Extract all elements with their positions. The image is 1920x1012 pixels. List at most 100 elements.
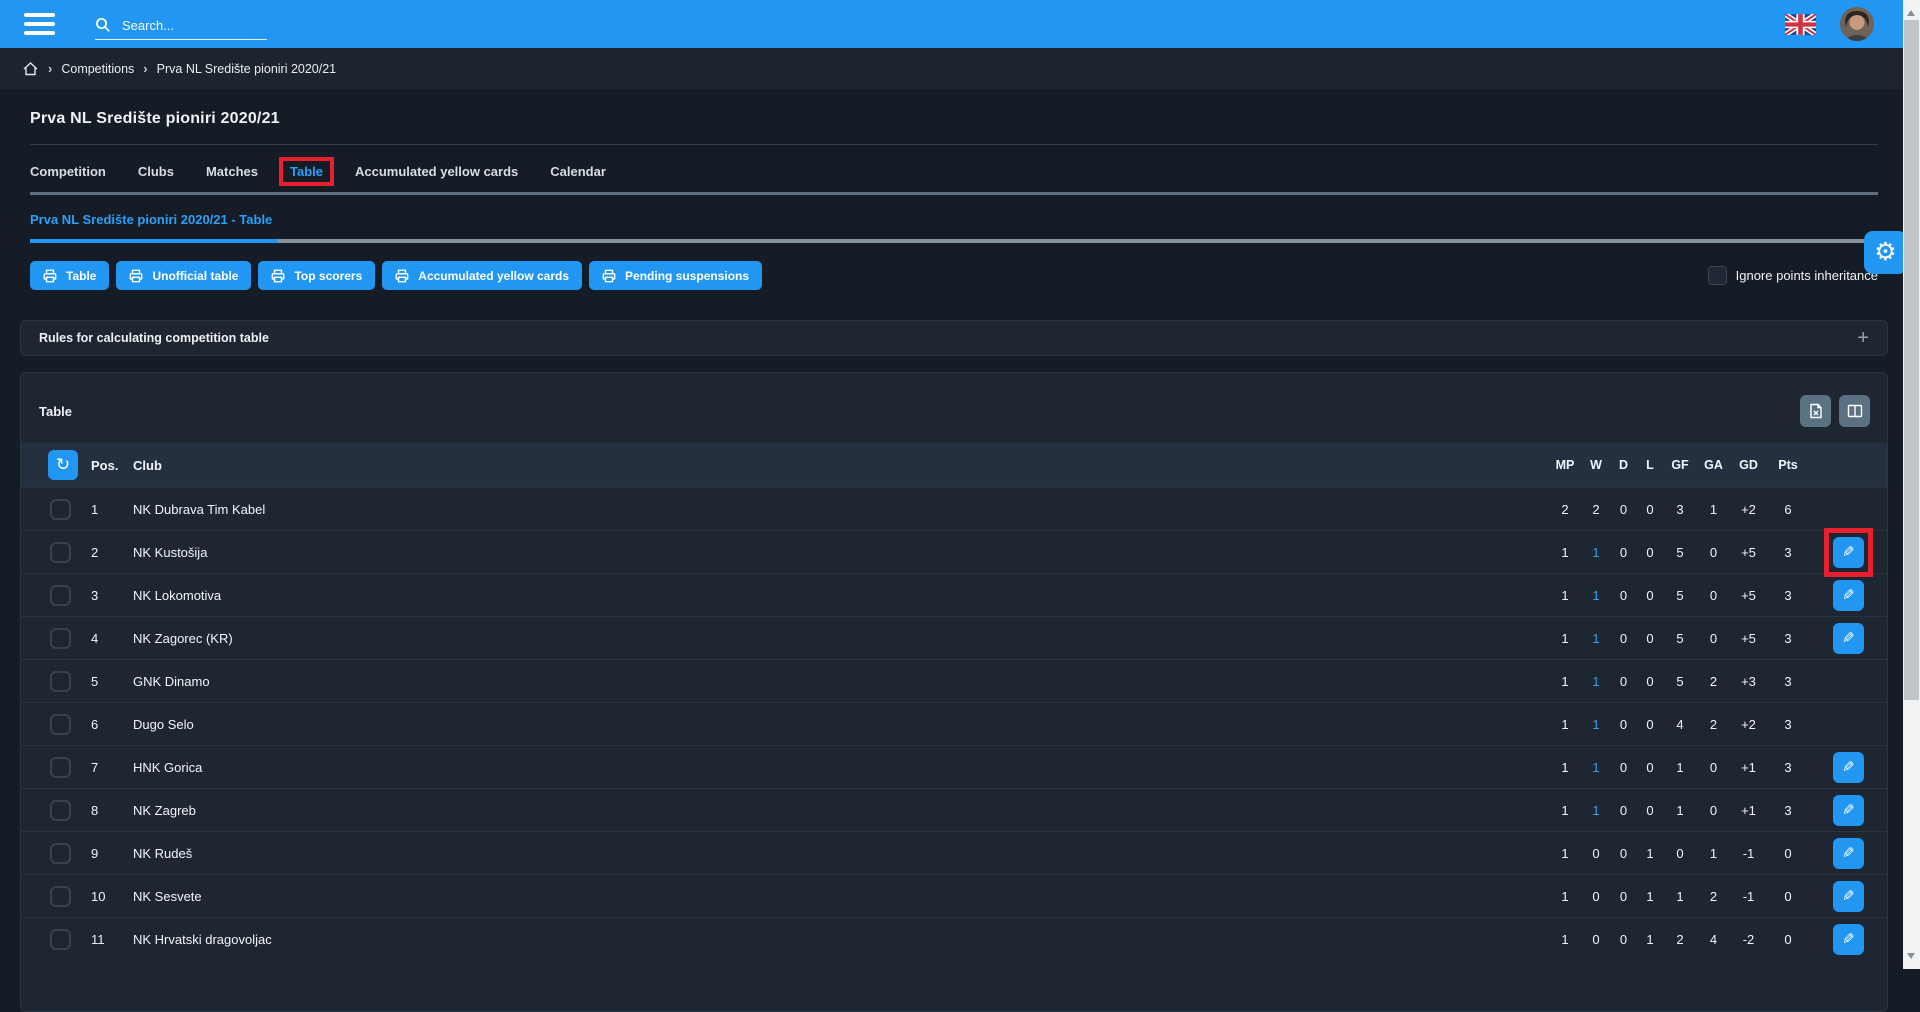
uk-flag-icon[interactable] (1785, 14, 1816, 35)
search-input[interactable] (120, 17, 258, 34)
tab-calendar[interactable]: Calendar (543, 161, 613, 182)
stat-l-cell: 0 (1637, 803, 1663, 818)
row-actions: ✎ (1809, 752, 1887, 783)
edit-button-wrap: ✎ (1833, 838, 1864, 869)
club-link-nk-sesvete[interactable]: NK Sesvete (133, 889, 1548, 904)
table-row: 11NK Hrvatski dragovoljac100124-20✎ (21, 917, 1887, 960)
edit-row-button[interactable]: ✎ (1833, 623, 1864, 654)
row-checkbox[interactable] (50, 843, 71, 864)
column-header-w: W (1582, 458, 1610, 472)
edit-row-button[interactable]: ✎ (1833, 537, 1864, 568)
stat-w-cell[interactable]: 1 (1582, 588, 1610, 603)
stat-w-cell[interactable]: 1 (1582, 760, 1610, 775)
position-cell: 10 (91, 889, 133, 904)
stat-w-cell[interactable]: 1 (1582, 803, 1610, 818)
stat-gf-cell: 4 (1663, 717, 1697, 732)
stat-l-cell: 0 (1637, 717, 1663, 732)
stat-pts-cell: 3 (1767, 631, 1809, 646)
column-header-pos: Pos. (91, 458, 133, 473)
gear-icon[interactable]: ⚙ (1864, 231, 1907, 274)
club-link-nk-dubrava-tim-kabel[interactable]: NK Dubrava Tim Kabel (133, 502, 1548, 517)
row-checkbox[interactable] (50, 499, 71, 520)
row-checkbox[interactable] (50, 714, 71, 735)
table-button[interactable]: Table (30, 261, 109, 290)
tab-matches[interactable]: Matches (199, 161, 265, 182)
stat-w-cell[interactable]: 1 (1582, 631, 1610, 646)
club-link-nk-rude[interactable]: NK Rudeš (133, 846, 1548, 861)
row-checkbox[interactable] (50, 628, 71, 649)
rules-panel-header[interactable]: Rules for calculating competition table … (20, 320, 1888, 356)
table-row: 4NK Zagorec (KR)110050+53✎ (21, 616, 1887, 659)
scrollbar-thumb[interactable] (1904, 20, 1919, 700)
hamburger-menu-icon[interactable] (24, 13, 55, 35)
row-actions: ✎ (1809, 623, 1887, 654)
vertical-scrollbar[interactable] (1903, 0, 1920, 969)
edit-button-wrap: ✎ (1833, 924, 1864, 955)
columns-button[interactable] (1839, 395, 1870, 427)
edit-row-button[interactable]: ✎ (1833, 881, 1864, 912)
edit-row-button[interactable]: ✎ (1833, 924, 1864, 955)
subtab-active-link[interactable]: Prva NL Središte pioniri 2020/21 - Table (30, 212, 272, 227)
stat-w-cell: 0 (1582, 889, 1610, 904)
club-link-nk-kusto-ija[interactable]: NK Kustošija (133, 545, 1548, 560)
club-link-nk-lokomotiva[interactable]: NK Lokomotiva (133, 588, 1548, 603)
stat-w-cell[interactable]: 1 (1582, 674, 1610, 689)
stat-w-cell[interactable]: 1 (1582, 545, 1610, 560)
user-avatar[interactable] (1840, 7, 1874, 41)
row-checkbox[interactable] (50, 886, 71, 907)
stat-mp-cell: 1 (1548, 717, 1582, 732)
tab-table[interactable]: Table (283, 161, 330, 182)
stat-d-cell: 0 (1610, 717, 1637, 732)
stat-gd-cell: +2 (1730, 502, 1767, 517)
edit-row-button[interactable]: ✎ (1833, 838, 1864, 869)
ignore-points-checkbox[interactable] (1708, 266, 1727, 285)
stat-pts-cell: 0 (1767, 889, 1809, 904)
club-link-dugo-selo[interactable]: Dugo Selo (133, 717, 1548, 732)
column-header-ga: GA (1697, 458, 1730, 472)
tab-accumulated-yellow-cards[interactable]: Accumulated yellow cards (348, 161, 525, 182)
pending-suspensions-button[interactable]: Pending suspensions (589, 261, 762, 290)
table-row: 10NK Sesvete100112-10✎ (21, 874, 1887, 917)
position-cell: 6 (91, 717, 133, 732)
refresh-icon[interactable]: ↻ (48, 450, 78, 480)
stat-w-cell[interactable]: 1 (1582, 717, 1610, 732)
table-toolbar: TableUnofficial tableTop scorersAccumula… (30, 261, 1878, 290)
edit-button-wrap: ✎ (1833, 881, 1864, 912)
edit-row-button[interactable]: ✎ (1833, 580, 1864, 611)
accumulated-yellow-cards-button[interactable]: Accumulated yellow cards (382, 261, 582, 290)
club-link-hnk-gorica[interactable]: HNK Gorica (133, 760, 1548, 775)
edit-row-button[interactable]: ✎ (1833, 795, 1864, 826)
tab-bar: CompetitionClubsMatchesTableAccumulated … (30, 154, 1878, 195)
edit-row-button[interactable]: ✎ (1833, 752, 1864, 783)
club-link-nk-hrvatski-dragovoljac[interactable]: NK Hrvatski dragovoljac (133, 932, 1548, 947)
breadcrumb-item-competitions[interactable]: Competitions (61, 62, 134, 76)
club-link-gnk-dinamo[interactable]: GNK Dinamo (133, 674, 1548, 689)
top-scorers-button[interactable]: Top scorers (258, 261, 375, 290)
club-link-nk-zagreb[interactable]: NK Zagreb (133, 803, 1548, 818)
breadcrumb-separator: › (143, 61, 147, 76)
search-box[interactable] (95, 17, 267, 40)
row-checkbox[interactable] (50, 800, 71, 821)
stat-gd-cell: +1 (1730, 803, 1767, 818)
printer-icon (271, 269, 285, 283)
club-link-nk-zagorec-kr[interactable]: NK Zagorec (KR) (133, 631, 1548, 646)
expand-plus-icon[interactable]: + (1857, 328, 1869, 348)
stat-ga-cell: 2 (1697, 717, 1730, 732)
row-checkbox[interactable] (50, 929, 71, 950)
row-checkbox[interactable] (50, 757, 71, 778)
unofficial-table-button[interactable]: Unofficial table (116, 261, 251, 290)
row-actions: ✎ (1809, 881, 1887, 912)
stat-gd-cell: -1 (1730, 889, 1767, 904)
scrollbar-down-arrow[interactable] (1907, 953, 1915, 963)
tab-competition[interactable]: Competition (23, 161, 113, 182)
row-checkbox[interactable] (50, 585, 71, 606)
export-excel-button[interactable] (1800, 395, 1831, 427)
scrollbar-up-arrow[interactable] (1907, 6, 1915, 16)
tab-clubs[interactable]: Clubs (131, 161, 181, 182)
pencil-icon: ✎ (1842, 629, 1855, 647)
row-checkbox[interactable] (50, 671, 71, 692)
row-checkbox[interactable] (50, 542, 71, 563)
position-cell: 1 (91, 502, 133, 517)
table-row: 7HNK Gorica110010+13✎ (21, 745, 1887, 788)
home-icon[interactable] (22, 61, 39, 77)
